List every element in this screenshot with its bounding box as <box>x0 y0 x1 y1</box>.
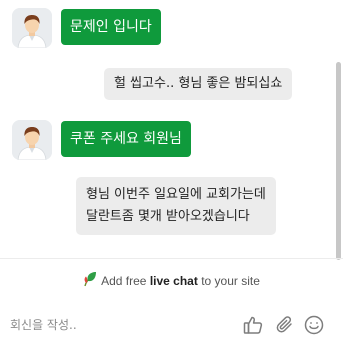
leaf-icon <box>83 271 97 293</box>
message-list[interactable]: 문제인 입니다 헐 씹고수.. 형님 좋은 밤되십쇼 쿠폰 주세요 회원님 형님… <box>0 0 343 258</box>
reply-input[interactable] <box>10 315 230 335</box>
composer <box>0 305 343 341</box>
agent-avatar <box>12 8 52 48</box>
visitor-message: 형님 이번주 일요일에 교회가는데 달란트좀 몇개 받아오겠습니다 <box>76 177 276 235</box>
branding-highlight: live chat <box>149 274 198 289</box>
person-icon <box>12 8 52 48</box>
thumbs-up-icon[interactable] <box>242 314 264 336</box>
agent-message: 쿠폰 주세요 회원님 <box>61 121 191 157</box>
paperclip-icon[interactable] <box>274 314 296 336</box>
divider <box>0 258 343 259</box>
agent-message: 문제인 입니다 <box>61 9 161 45</box>
message-scrollbar[interactable] <box>336 62 341 260</box>
visitor-message-line: 형님 이번주 일요일에 교회가는데 <box>86 187 266 202</box>
visitor-message-line: 달란트좀 몇개 받아오겠습니다 <box>86 209 250 224</box>
chat-window: 문제인 입니다 헐 씹고수.. 형님 좋은 밤되십쇼 쿠폰 주세요 회원님 형님… <box>0 0 343 341</box>
branding-prefix: Add free <box>101 274 147 289</box>
branding-suffix: to your site <box>201 274 260 289</box>
agent-avatar <box>12 120 52 160</box>
scrollbar-thumb[interactable] <box>336 62 341 260</box>
person-icon <box>12 120 52 160</box>
visitor-message: 헐 씹고수.. 형님 좋은 밤되십쇼 <box>104 68 293 100</box>
branding-link[interactable]: Add free live chat to your site <box>0 271 343 291</box>
smiley-icon[interactable] <box>303 314 325 336</box>
